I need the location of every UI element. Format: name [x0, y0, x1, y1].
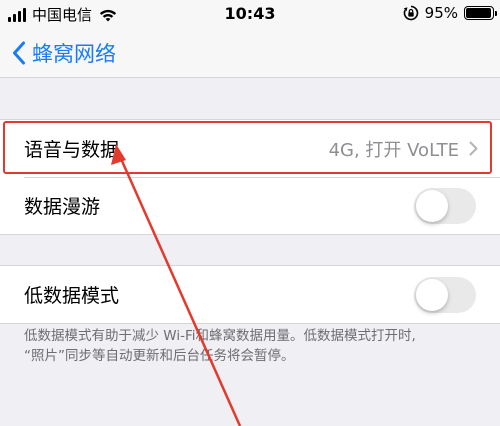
annotation-arrow-icon — [111, 144, 242, 426]
